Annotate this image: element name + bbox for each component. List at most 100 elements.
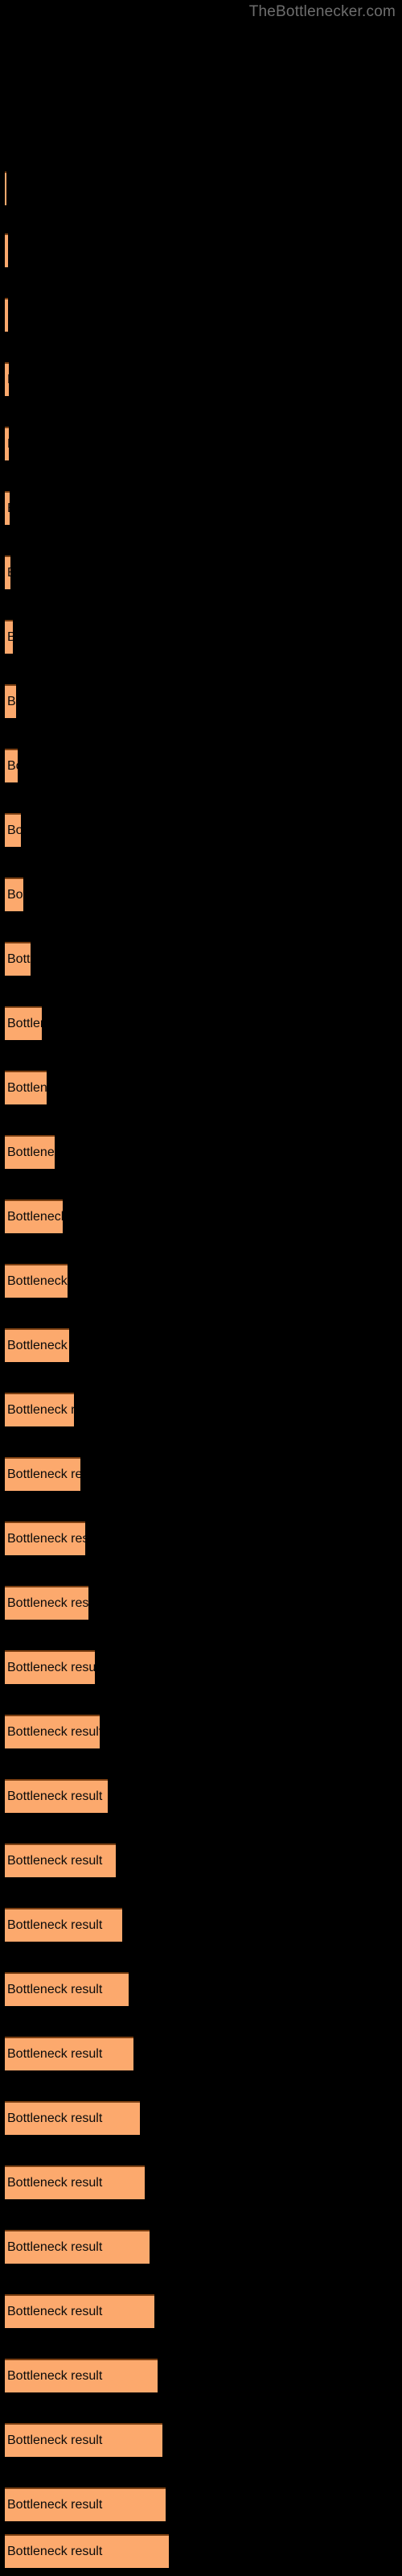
- bar-row: Bottleneck result: [0, 491, 402, 526]
- bar[interactable]: Bottleneck result: [5, 2359, 158, 2393]
- bar[interactable]: Bottleneck result: [5, 233, 8, 268]
- bar-label: Bottleneck result: [7, 2047, 103, 2061]
- bar[interactable]: Bottleneck result: [5, 749, 18, 783]
- bar-label: Bottleneck result: [7, 2112, 103, 2125]
- bar-row: Bottleneck result: [0, 1071, 402, 1105]
- bar[interactable]: Bottleneck result: [5, 1328, 69, 1363]
- bar[interactable]: Bottleneck result: [5, 684, 16, 719]
- bar-row: Bottleneck result: [0, 555, 402, 590]
- bar[interactable]: Bottleneck result: [5, 171, 6, 206]
- bar[interactable]: Bottleneck result: [5, 2101, 140, 2136]
- bar-label: Bottleneck result: [7, 2305, 103, 2318]
- bar[interactable]: Bottleneck result: [5, 1393, 74, 1427]
- bar[interactable]: Bottleneck result: [5, 1843, 116, 1878]
- bar[interactable]: Bottleneck result: [5, 1715, 100, 1749]
- bar-label: Bottleneck result: [7, 1146, 55, 1159]
- bar-label: Bottleneck result: [7, 1468, 80, 1481]
- bar[interactable]: Bottleneck result: [5, 1199, 63, 1234]
- bar-label: Bottleneck result: [7, 1983, 103, 1996]
- bar[interactable]: Bottleneck result: [5, 1135, 55, 1170]
- bar[interactable]: Bottleneck result: [5, 1521, 85, 1556]
- bar[interactable]: Bottleneck result: [5, 427, 9, 461]
- bar-row: Bottleneck result: [0, 2423, 402, 2458]
- bar-label: Bottleneck result: [7, 1339, 69, 1352]
- bar[interactable]: Bottleneck result: [5, 491, 10, 526]
- bar-label: Bottleneck result: [7, 437, 9, 452]
- bar-label: Bottleneck result: [7, 2240, 103, 2254]
- bar-label: Bottleneck result: [7, 1532, 85, 1546]
- bar[interactable]: Bottleneck result: [5, 1972, 129, 2007]
- bar-row: Bottleneck result: [0, 1908, 402, 1942]
- bar-label: Bottleneck result: [7, 888, 23, 902]
- bar[interactable]: Bottleneck result: [5, 298, 8, 332]
- bar[interactable]: Bottleneck result: [5, 2037, 133, 2071]
- bar-label: Bottleneck result: [7, 373, 9, 387]
- bar[interactable]: Bottleneck result: [5, 362, 9, 397]
- bar[interactable]: Bottleneck result: [5, 1586, 88, 1620]
- bar-label: Bottleneck result: [7, 1403, 74, 1417]
- bar-label: Bottleneck result: [7, 2369, 103, 2383]
- bar-row: Bottleneck result: [0, 1264, 402, 1298]
- bar-label: Bottleneck result: [7, 2545, 103, 2558]
- bar-label: Bottleneck result: [7, 1210, 63, 1224]
- horizontal-bar-chart: Bottleneck result Bottleneck result Bottle…: [0, 0, 402, 2576]
- bar-label: Bottleneck result: [7, 695, 16, 708]
- bar[interactable]: Bottleneck result: [5, 2487, 166, 2522]
- bar-row: Bottleneck result: [0, 233, 402, 268]
- bar-row: Bottleneck result: [0, 298, 402, 332]
- bar-label: Bottleneck result: [7, 952, 31, 966]
- bar-row: Bottleneck result: [0, 2101, 402, 2136]
- bar[interactable]: Bottleneck result: [5, 1071, 47, 1105]
- bar-row: Bottleneck result: [0, 2165, 402, 2200]
- bar-row: Bottleneck result: [0, 1393, 402, 1427]
- bar-row: Bottleneck result: [0, 171, 402, 206]
- bar-row: Bottleneck result: [0, 684, 402, 719]
- bar[interactable]: Bottleneck result: [5, 1264, 68, 1298]
- bar[interactable]: Bottleneck result: [5, 2165, 145, 2200]
- bar-label: Bottleneck result: [7, 308, 8, 323]
- bar[interactable]: Bottleneck result: [5, 1457, 80, 1492]
- bar-row: Bottleneck result: [0, 2359, 402, 2393]
- bar[interactable]: Bottleneck result: [5, 620, 13, 654]
- bar-row: Bottleneck result: [0, 1650, 402, 1685]
- bar[interactable]: Bottleneck result: [5, 813, 21, 848]
- bar-row: Bottleneck result: [0, 1521, 402, 1556]
- bar[interactable]: Bottleneck result: [5, 1006, 42, 1041]
- bar-row: Bottleneck result: [0, 2534, 402, 2569]
- bar[interactable]: Bottleneck result: [5, 2230, 150, 2264]
- bar[interactable]: Bottleneck result: [5, 2423, 162, 2458]
- bar[interactable]: Bottleneck result: [5, 942, 31, 976]
- bar-row: Bottleneck result: [0, 1779, 402, 1814]
- bar[interactable]: Bottleneck result: [5, 1650, 95, 1685]
- bar-row: Bottleneck result: [0, 1843, 402, 1878]
- bar-label: Bottleneck result: [7, 1790, 103, 1803]
- bar[interactable]: Bottleneck result: [5, 2534, 169, 2569]
- bar-label: Bottleneck result: [7, 2176, 103, 2190]
- bar-row: Bottleneck result: [0, 2294, 402, 2329]
- bar-label: Bottleneck result: [7, 1661, 95, 1674]
- bar-row: Bottleneck result: [0, 1972, 402, 2007]
- bar-label: Bottleneck result: [7, 2498, 103, 2512]
- bar[interactable]: Bottleneck result: [5, 877, 23, 912]
- bar[interactable]: Bottleneck result: [5, 1779, 108, 1814]
- bar-label: Bottleneck result: [7, 244, 8, 258]
- bar-row: Bottleneck result: [0, 2230, 402, 2264]
- bar-row: Bottleneck result: [0, 1006, 402, 1041]
- bar-row: Bottleneck result: [0, 1199, 402, 1234]
- bar-row: Bottleneck result: [0, 942, 402, 976]
- bar-label: Bottleneck result: [7, 2434, 103, 2447]
- bar-row: Bottleneck result: [0, 362, 402, 397]
- bar-label: Bottleneck result: [7, 630, 13, 645]
- bar-row: Bottleneck result: [0, 427, 402, 461]
- bar-label: Bottleneck result: [7, 502, 10, 516]
- bar[interactable]: Bottleneck result: [5, 2294, 154, 2329]
- bar-label: Bottleneck result: [7, 1725, 100, 1739]
- bar-row: Bottleneck result: [0, 620, 402, 654]
- bar-row: Bottleneck result: [0, 1715, 402, 1749]
- bar[interactable]: Bottleneck result: [5, 555, 10, 590]
- bar-row: Bottleneck result: [0, 2487, 402, 2522]
- bar-label: Bottleneck result: [7, 1081, 47, 1095]
- bar-label: Bottleneck result: [7, 1854, 103, 1868]
- bar-row: Bottleneck result: [0, 2037, 402, 2071]
- bar[interactable]: Bottleneck result: [5, 1908, 122, 1942]
